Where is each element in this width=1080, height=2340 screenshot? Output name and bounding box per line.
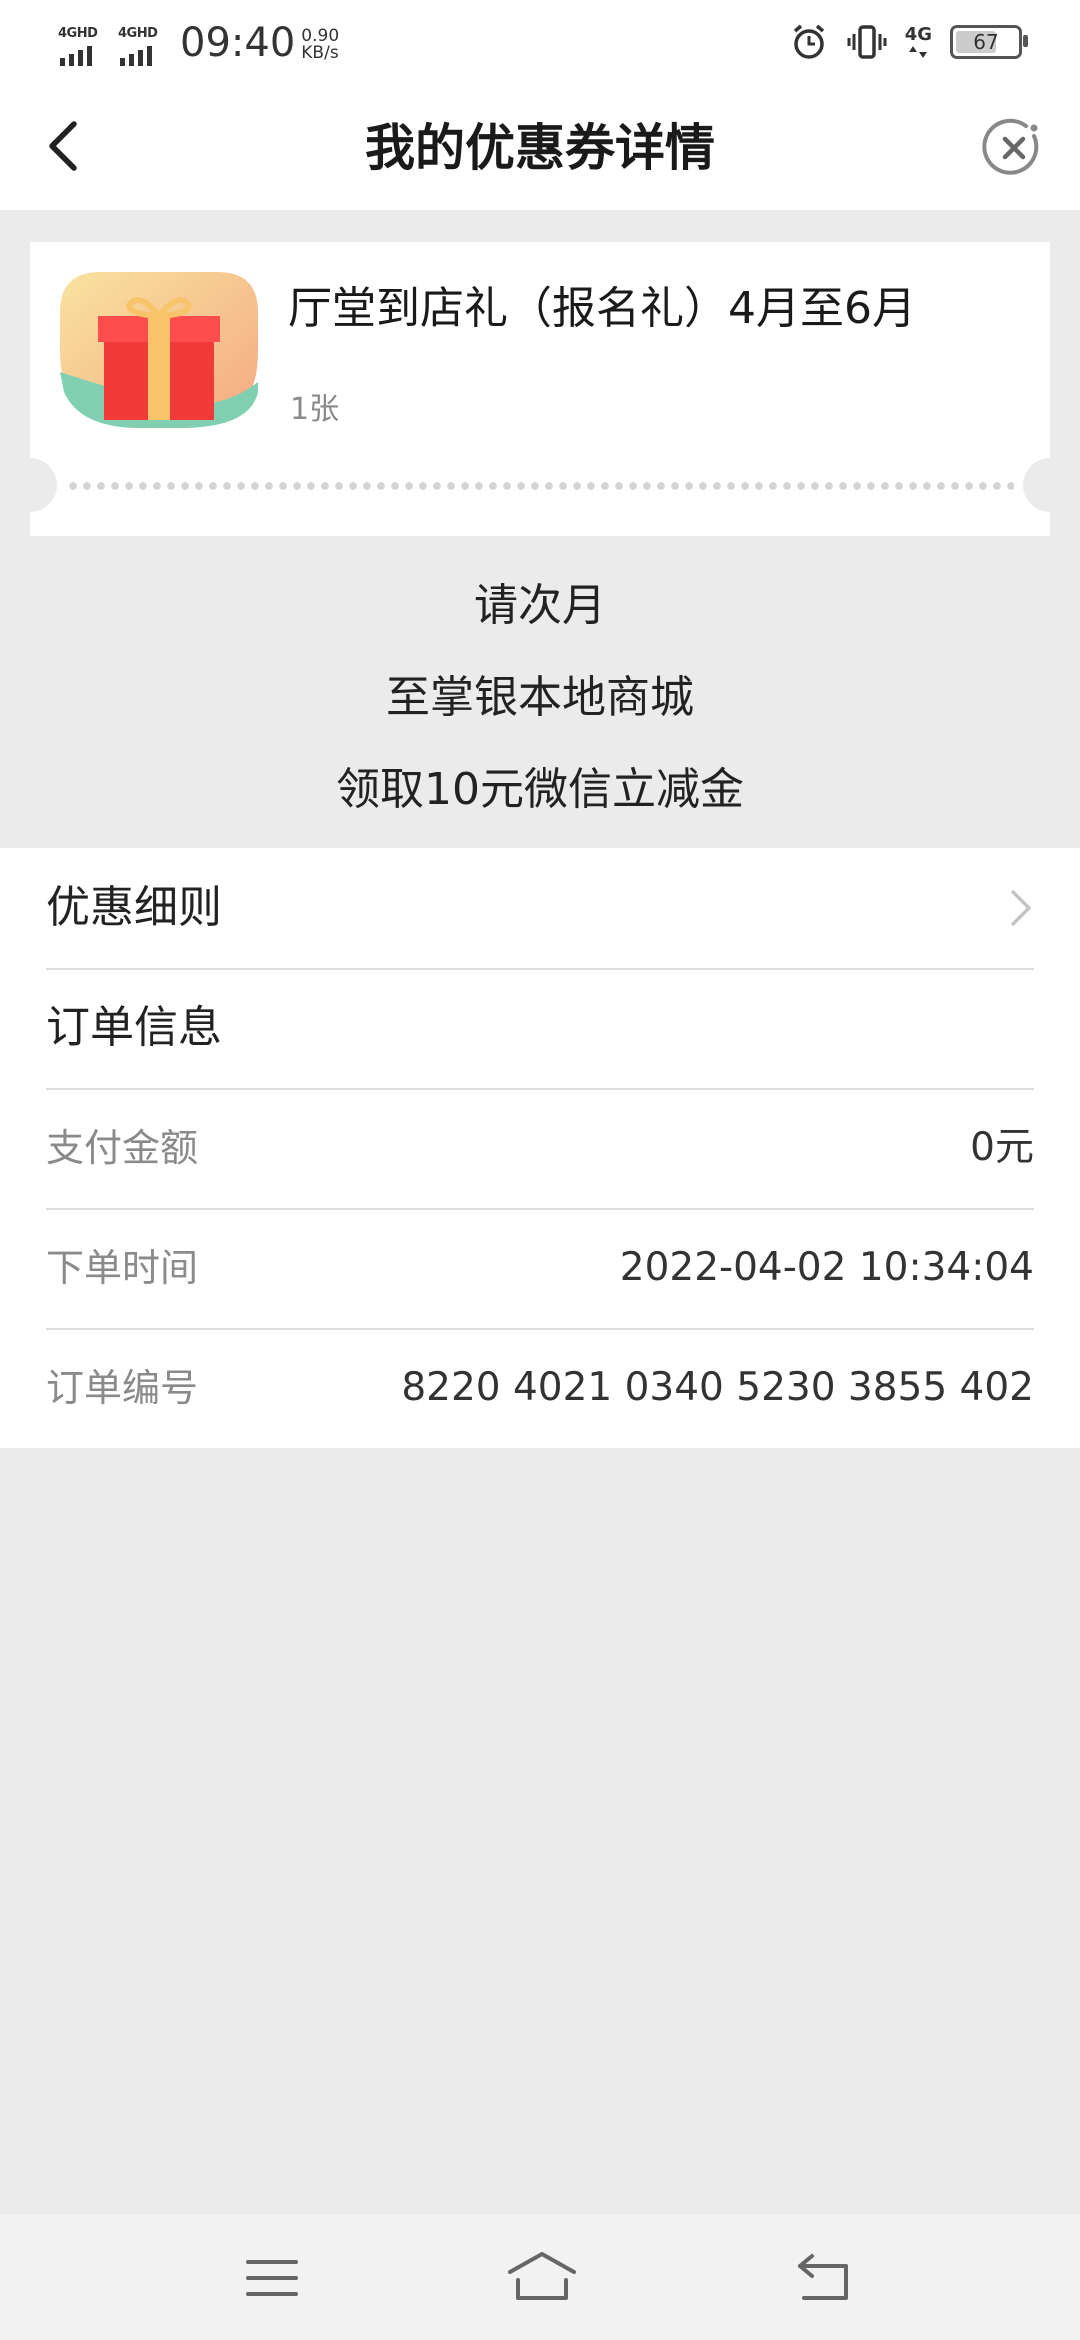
sim1-label: 4GHD	[58, 26, 98, 41]
order-details: 优惠细则 订单信息 支付金额 0元 下单时间 2022-04-02 10:34:…	[0, 848, 1080, 1448]
order-time-row: 下单时间 2022-04-02 10:34:04	[46, 1208, 1034, 1330]
status-right: 4G 67	[789, 22, 1028, 62]
instruction-line: 领取10元微信立减金	[336, 764, 744, 815]
net-speed-unit: KB/s	[301, 43, 339, 63]
menu-icon[interactable]	[242, 2248, 302, 2308]
coupon-title: 厅堂到店礼（报名礼）4月至6月	[288, 283, 916, 334]
net-speed: 0.90 KB/s	[301, 28, 339, 68]
vibrate-icon	[847, 25, 887, 59]
payment-amount-label: 支付金额	[46, 1126, 199, 1170]
signal-icon	[120, 46, 152, 66]
signal-icon	[60, 46, 92, 66]
order-number-value: 8220 4021 0340 5230 3855 402	[401, 1365, 1034, 1410]
order-time-value: 2022-04-02 10:34:04	[619, 1245, 1034, 1290]
data-arrows-icon	[909, 46, 928, 58]
mobile-data-icon: 4G	[905, 25, 932, 59]
instruction-line: 请次月	[474, 580, 606, 631]
sim2-label: 4GHD	[118, 26, 158, 41]
back-icon[interactable]	[794, 2248, 854, 2308]
network-type: 4G	[904, 24, 932, 45]
rules-label: 优惠细则	[46, 882, 222, 933]
payment-amount-value: 0元	[970, 1125, 1034, 1170]
payment-amount-row: 支付金额 0元	[46, 1088, 1034, 1210]
coupon-instructions: 请次月 至掌银本地商城 领取10元微信立减金	[0, 560, 1080, 836]
rules-row[interactable]: 优惠细则	[46, 848, 1034, 970]
order-number-label: 订单编号	[46, 1366, 199, 1410]
order-info-header: 订单信息	[46, 968, 1034, 1090]
page-title: 我的优惠券详情	[365, 119, 715, 177]
alarm-icon	[793, 24, 824, 59]
battery-level: 67	[973, 30, 999, 54]
sim2-signal: 4GHD	[118, 26, 176, 68]
status-time: 09:40	[180, 20, 296, 66]
gift-box-icon	[60, 272, 258, 428]
perforation-divider	[66, 482, 1014, 490]
order-number-row: 订单编号 8220 4021 0340 5230 3855 402	[46, 1328, 1034, 1448]
ticket-notch-left	[3, 458, 57, 512]
order-info-label: 订单信息	[46, 1002, 222, 1053]
coupon-card: 厅堂到店礼（报名礼）4月至6月 1张	[3, 242, 1077, 536]
ticket-notch-right	[1023, 458, 1077, 512]
battery-icon: 67	[950, 25, 1028, 59]
status-left: 4GHD 4GHD 09:40 0.90 KB/s	[58, 18, 339, 68]
instruction-line: 至掌银本地商城	[386, 672, 694, 723]
close-circle-icon[interactable]	[982, 116, 1046, 180]
nav-bar: 我的优惠券详情	[0, 86, 1080, 210]
system-nav-bar	[0, 2214, 1080, 2340]
status-bar: 4GHD 4GHD 09:40 0.90 KB/s 4G 67	[0, 0, 1080, 86]
home-icon[interactable]	[506, 2248, 578, 2308]
coupon-count: 1张	[290, 392, 340, 427]
sim1-signal: 4GHD	[58, 26, 116, 68]
chevron-right-icon	[1011, 890, 1031, 926]
order-time-label: 下单时间	[46, 1246, 199, 1290]
